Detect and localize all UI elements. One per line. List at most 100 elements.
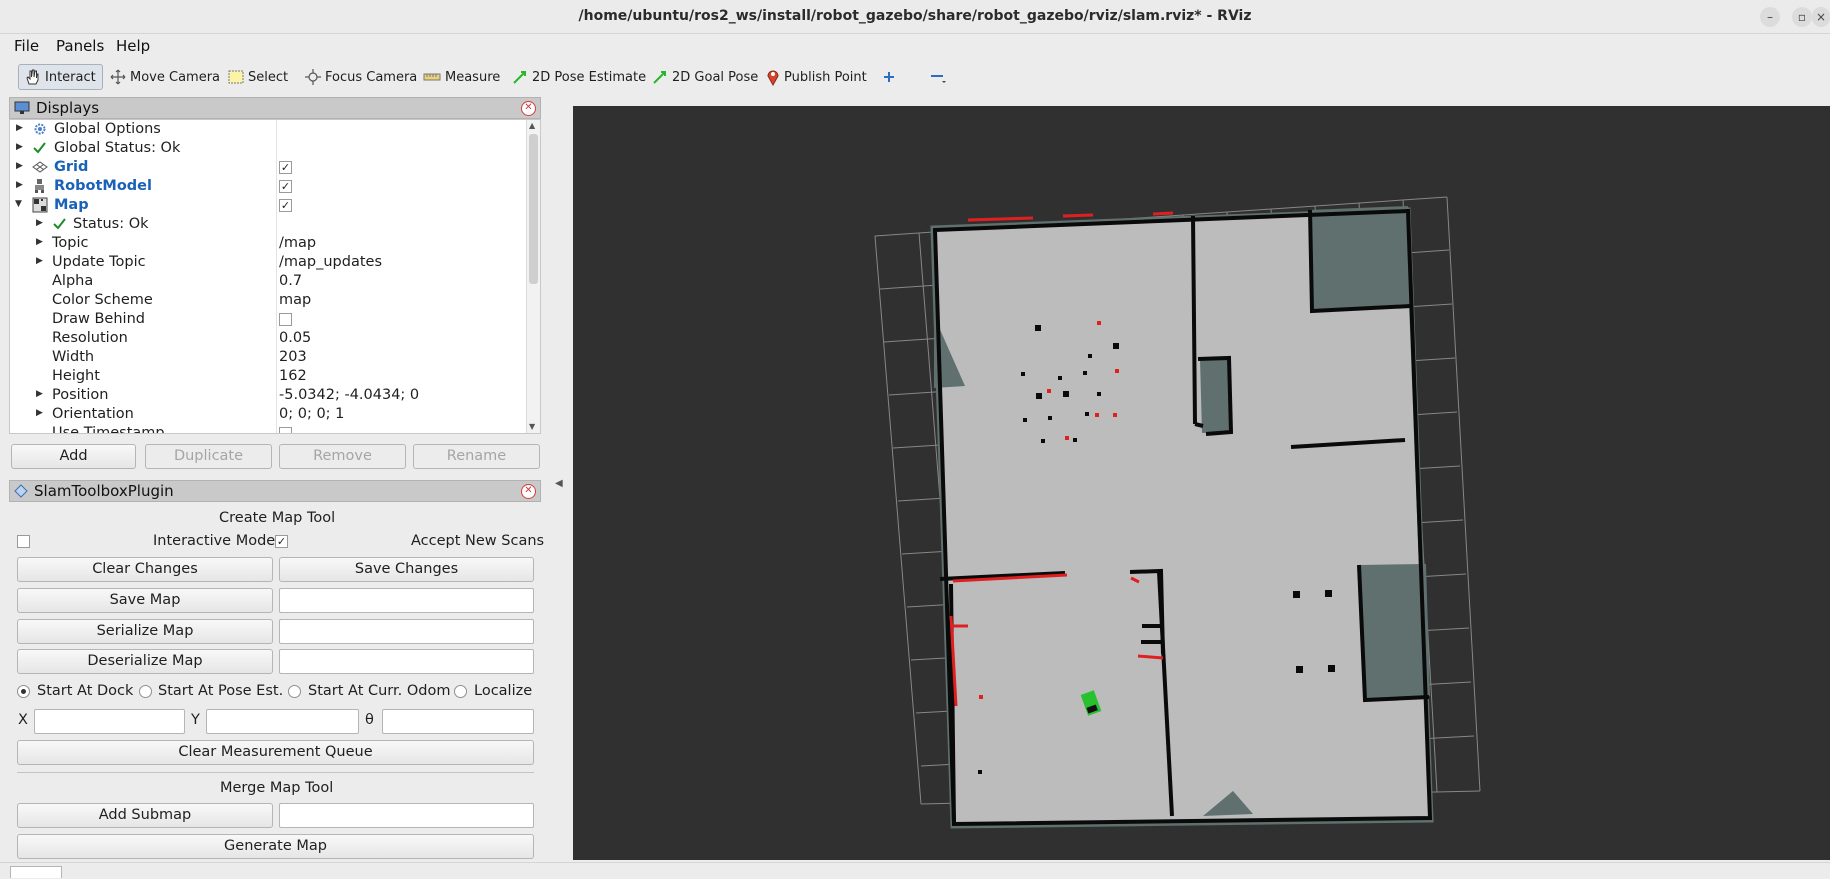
- tree-row-resolution[interactable]: Resolution 0.05: [10, 329, 528, 348]
- select-tool-button[interactable]: Select: [224, 64, 294, 90]
- start-at-curr-odom-radio[interactable]: [288, 685, 301, 698]
- interactive-mode-checkbox[interactable]: [17, 535, 30, 548]
- deserialize-map-button[interactable]: Deserialize Map: [17, 649, 273, 674]
- publish-point-label: Publish Point: [784, 69, 867, 85]
- tree-row-width[interactable]: Width 203: [10, 348, 528, 367]
- x-label: X: [18, 712, 28, 728]
- viewport-canvas[interactable]: [573, 106, 1830, 860]
- panel-collapse-arrow-icon[interactable]: ◀: [555, 478, 563, 489]
- use-timestamp-checkbox[interactable]: [279, 427, 292, 433]
- remove-tool-button[interactable]: [925, 64, 953, 90]
- goal-pose-tool-button[interactable]: 2D Goal Pose: [648, 64, 764, 90]
- menu-help[interactable]: Help: [116, 37, 150, 55]
- start-at-pose-est-radio[interactable]: [139, 685, 152, 698]
- map-pin-icon: [767, 70, 779, 86]
- move-camera-label: Move Camera: [130, 69, 221, 85]
- tree-row-topic[interactable]: ▶ Topic /map: [10, 234, 528, 253]
- tree-row-grid[interactable]: ▶ Grid ✓: [10, 158, 528, 177]
- pose-estimate-tool-button[interactable]: 2D Pose Estimate: [508, 64, 652, 90]
- add-tool-button[interactable]: [878, 64, 902, 90]
- tree-value[interactable]: 162: [279, 368, 307, 384]
- tree-row-map[interactable]: ▼ Map ✓: [10, 196, 528, 215]
- tree-row-map-status[interactable]: ▶ Status: Ok: [10, 215, 528, 234]
- rename-display-button[interactable]: Rename: [413, 444, 540, 469]
- add-display-button[interactable]: Add: [11, 444, 136, 469]
- expand-arrow-icon[interactable]: ▶: [16, 142, 23, 152]
- tree-value[interactable]: -5.0342; -4.0434; 0: [279, 387, 419, 403]
- expand-arrow-icon[interactable]: ▶: [16, 161, 23, 171]
- close-icon[interactable]: ✕: [521, 101, 536, 116]
- save-map-button[interactable]: Save Map: [17, 588, 273, 613]
- tree-value[interactable]: map: [279, 292, 311, 308]
- scroll-up-icon[interactable]: ▲: [529, 121, 535, 130]
- tree-label: Global Options: [54, 121, 161, 137]
- minimize-icon[interactable]: –: [1760, 7, 1780, 27]
- expand-arrow-icon[interactable]: ▶: [36, 408, 43, 418]
- tree-row-global-status[interactable]: ▶ Global Status: Ok: [10, 139, 528, 158]
- expand-arrow-icon[interactable]: ▶: [36, 218, 43, 228]
- expand-arrow-icon[interactable]: ▶: [36, 237, 43, 247]
- draw-behind-checkbox[interactable]: [279, 313, 292, 326]
- interact-tool-button[interactable]: Interact: [18, 64, 103, 90]
- measure-tool-button[interactable]: Measure: [419, 64, 506, 90]
- render-viewport[interactable]: [573, 106, 1830, 860]
- expand-arrow-icon[interactable]: ▶: [16, 180, 23, 190]
- save-map-name-input[interactable]: [279, 588, 534, 613]
- robotmodel-enabled-checkbox[interactable]: ✓: [279, 180, 292, 193]
- tree-value[interactable]: 0.7: [279, 273, 302, 289]
- expand-arrow-icon[interactable]: ▶: [36, 256, 43, 266]
- tree-row-position[interactable]: ▶ Position -5.0342; -4.0434; 0: [10, 386, 528, 405]
- tree-row-global-options[interactable]: ▶ Global Options: [10, 120, 528, 139]
- menu-panels[interactable]: Panels: [56, 37, 104, 55]
- remove-display-button[interactable]: Remove: [279, 444, 406, 469]
- theta-input[interactable]: [382, 709, 534, 734]
- localize-radio[interactable]: [454, 685, 467, 698]
- clear-measurement-queue-button[interactable]: Clear Measurement Queue: [17, 740, 534, 765]
- duplicate-display-button[interactable]: Duplicate: [145, 444, 272, 469]
- close-icon[interactable]: ×: [1812, 7, 1830, 27]
- x-input[interactable]: [34, 709, 185, 734]
- tree-row-alpha[interactable]: Alpha 0.7: [10, 272, 528, 291]
- tree-row-draw-behind[interactable]: Draw Behind: [10, 310, 528, 329]
- maximize-icon[interactable]: ▫: [1792, 7, 1812, 27]
- tree-label: Color Scheme: [52, 292, 153, 308]
- accept-new-scans-checkbox[interactable]: ✓: [275, 535, 288, 548]
- start-at-dock-radio[interactable]: [17, 685, 30, 698]
- scroll-down-icon[interactable]: ▼: [529, 422, 535, 431]
- serialize-map-button[interactable]: Serialize Map: [17, 619, 273, 644]
- tree-row-use-timestamp[interactable]: Use Timestamp: [10, 424, 528, 433]
- submap-name-input[interactable]: [279, 803, 534, 828]
- serialize-map-name-input[interactable]: [279, 619, 534, 644]
- collapse-arrow-icon[interactable]: ▼: [15, 199, 22, 209]
- clear-changes-button[interactable]: Clear Changes: [17, 557, 273, 582]
- tree-value[interactable]: 0; 0; 0; 1: [279, 406, 344, 422]
- focus-camera-tool-button[interactable]: Focus Camera: [301, 64, 423, 90]
- generate-map-button[interactable]: Generate Map: [17, 834, 534, 859]
- measure-label: Measure: [445, 69, 501, 85]
- tree-row-update-topic[interactable]: ▶ Update Topic /map_updates: [10, 253, 528, 272]
- tree-value[interactable]: 0.05: [279, 330, 311, 346]
- tree-value[interactable]: /map: [279, 235, 316, 251]
- save-changes-button[interactable]: Save Changes: [279, 557, 534, 582]
- close-icon[interactable]: ✕: [521, 484, 536, 499]
- grid-enabled-checkbox[interactable]: ✓: [279, 161, 292, 174]
- move-camera-tool-button[interactable]: Move Camera: [106, 64, 226, 90]
- expand-arrow-icon[interactable]: ▶: [36, 389, 43, 399]
- tree-row-orientation[interactable]: ▶ Orientation 0; 0; 0; 1: [10, 405, 528, 424]
- publish-point-tool-button[interactable]: Publish Point: [762, 64, 873, 90]
- tree-label: Height: [52, 368, 100, 384]
- tree-row-robotmodel[interactable]: ▶ RobotModel ✓: [10, 177, 528, 196]
- tree-row-color-scheme[interactable]: Color Scheme map: [10, 291, 528, 310]
- y-input[interactable]: [206, 709, 359, 734]
- status-reset-button[interactable]: [10, 866, 62, 878]
- expand-arrow-icon[interactable]: ▶: [16, 123, 23, 133]
- deserialize-map-name-input[interactable]: [279, 649, 534, 674]
- add-submap-button[interactable]: Add Submap: [17, 803, 273, 828]
- menu-file[interactable]: File: [14, 37, 39, 55]
- tree-value[interactable]: 203: [279, 349, 307, 365]
- scrollbar-thumb[interactable]: [529, 134, 538, 284]
- map-enabled-checkbox[interactable]: ✓: [279, 199, 292, 212]
- tree-row-height[interactable]: Height 162: [10, 367, 528, 386]
- displays-scrollbar[interactable]: ▲ ▼: [526, 120, 540, 433]
- tree-value[interactable]: /map_updates: [279, 254, 382, 270]
